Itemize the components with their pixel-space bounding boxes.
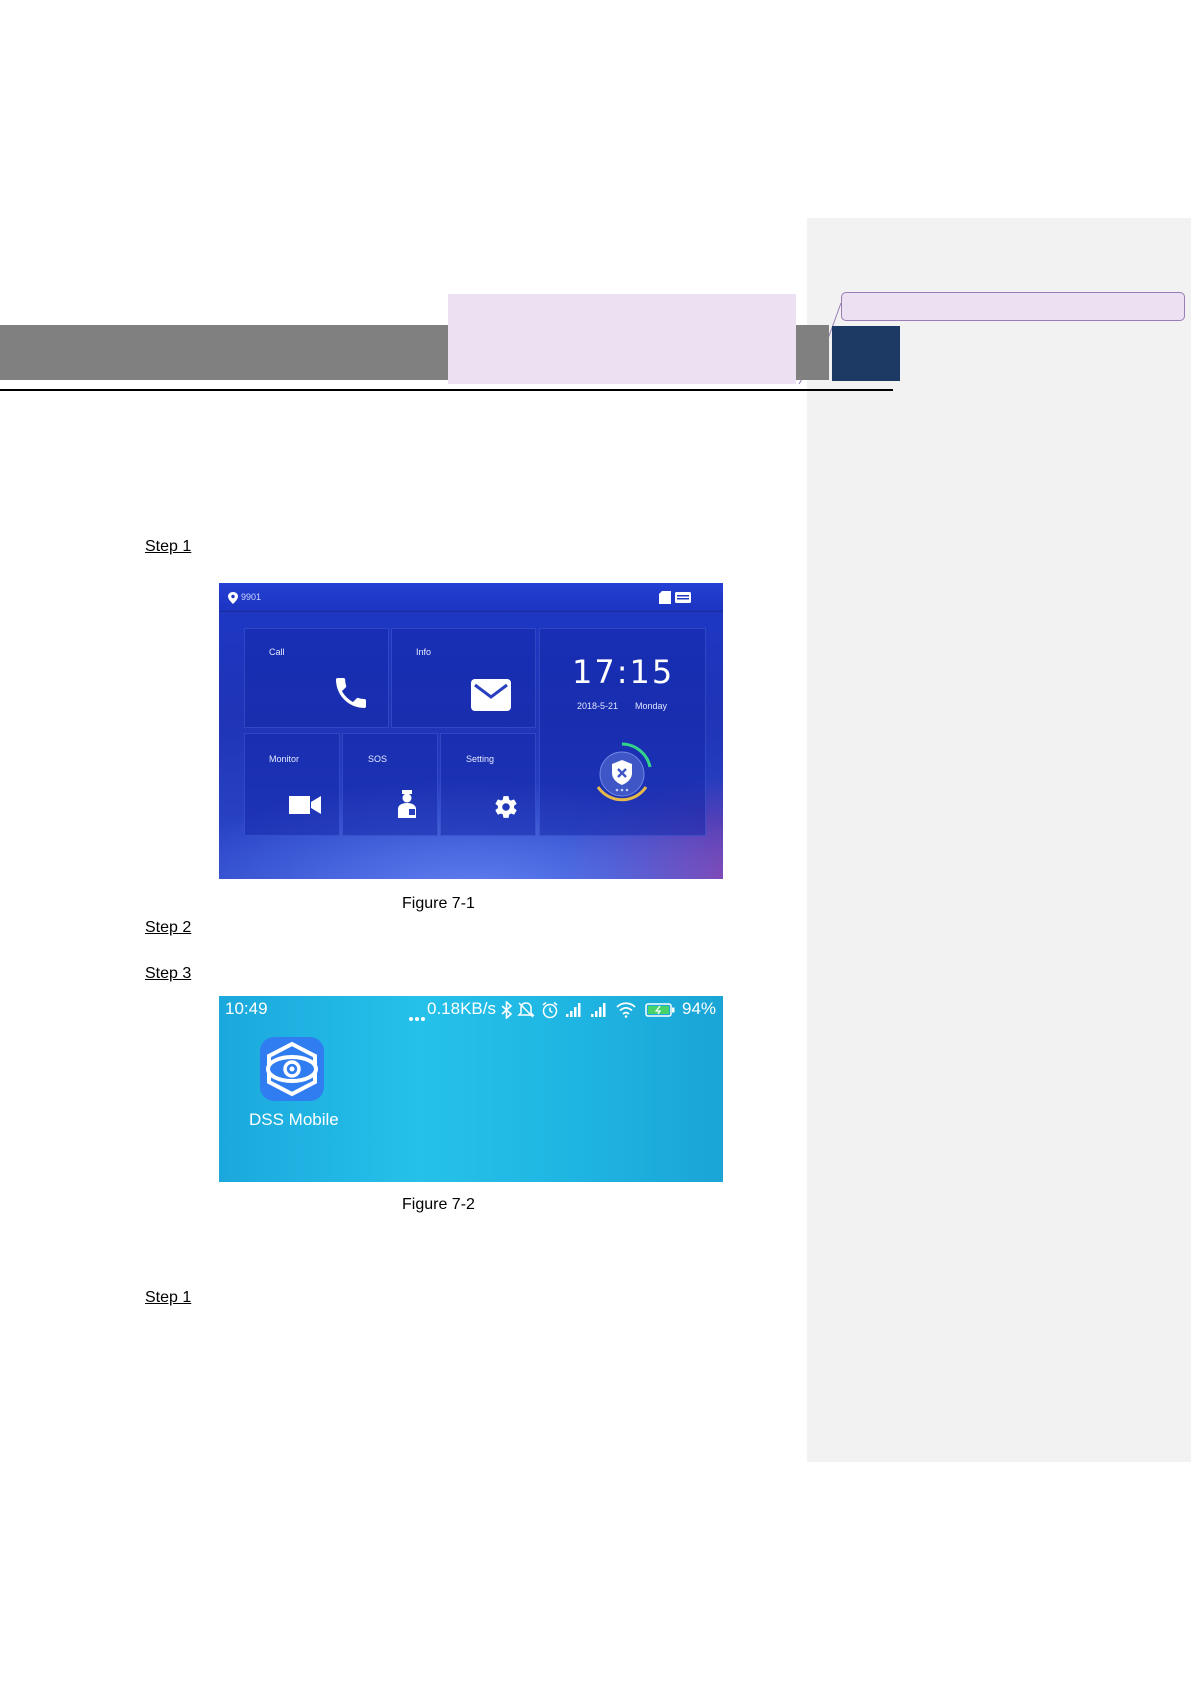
room-number: 9901 bbox=[241, 592, 262, 602]
signal-icon bbox=[566, 1003, 581, 1017]
sos-person-icon bbox=[398, 790, 416, 818]
sd-card-icon bbox=[659, 591, 671, 604]
location-icon bbox=[228, 592, 238, 604]
setting-label: Setting bbox=[466, 754, 495, 764]
net-speed: 0.18KB/s bbox=[427, 999, 496, 1018]
clock-tile: 17:15 2018-5-21 Monday bbox=[539, 628, 706, 836]
figure-7-1-caption: Figure 7-1 bbox=[402, 895, 475, 912]
app-name-label: DSS Mobile bbox=[249, 1110, 339, 1129]
phone-icon bbox=[336, 678, 366, 708]
signal-icon bbox=[591, 1003, 606, 1017]
step-1-label-second: Step 1 bbox=[145, 1289, 192, 1306]
figure-7-2: 10:49 0.18KB/s 94% DSS Mobile bbox=[219, 996, 723, 1182]
header-highlight bbox=[448, 294, 796, 384]
info-tile[interactable]: Info bbox=[391, 628, 536, 728]
clock-time: 17:15 bbox=[572, 653, 675, 691]
header-rule bbox=[0, 389, 893, 391]
camera-icon bbox=[289, 796, 321, 814]
arm-button[interactable] bbox=[590, 741, 654, 807]
clock-weekday: Monday bbox=[635, 701, 668, 711]
setting-tile[interactable]: Setting bbox=[440, 733, 536, 836]
info-label: Info bbox=[416, 647, 432, 657]
header-block bbox=[832, 326, 900, 381]
figure-7-2-caption: Figure 7-2 bbox=[402, 1196, 475, 1213]
bell-off-icon bbox=[517, 1002, 535, 1018]
alarm-icon bbox=[542, 1001, 558, 1019]
vth-status-bar bbox=[219, 583, 723, 612]
message-icon bbox=[675, 592, 691, 603]
call-label: Call bbox=[269, 647, 285, 657]
phone-clock: 10:49 bbox=[225, 999, 268, 1018]
step-2-label: Step 2 bbox=[145, 919, 192, 936]
battery-icon bbox=[645, 1003, 675, 1017]
step-1-label: Step 1 bbox=[145, 538, 192, 555]
comment-pane bbox=[807, 218, 1191, 1462]
monitor-label: Monitor bbox=[269, 754, 300, 764]
battery-level: 94% bbox=[682, 999, 717, 1018]
bluetooth-icon bbox=[501, 1001, 513, 1019]
gear-icon bbox=[495, 796, 517, 818]
clock-date: 2018-5-21 bbox=[577, 701, 619, 711]
monitor-tile[interactable]: Monitor bbox=[244, 733, 340, 836]
sos-tile[interactable]: SOS bbox=[342, 733, 438, 836]
dss-mobile-app-icon[interactable] bbox=[259, 1036, 325, 1102]
wifi-icon bbox=[616, 1002, 636, 1018]
sos-label: SOS bbox=[368, 754, 388, 764]
call-tile[interactable]: Call bbox=[244, 628, 389, 728]
envelope-icon bbox=[471, 679, 511, 711]
figure-7-1: 9901 Call Info 17:15 2018-5-21 Monday Mo… bbox=[219, 583, 723, 879]
comment-box[interactable] bbox=[841, 292, 1185, 321]
more-dots bbox=[408, 1009, 426, 1021]
step-3-label: Step 3 bbox=[145, 965, 192, 982]
